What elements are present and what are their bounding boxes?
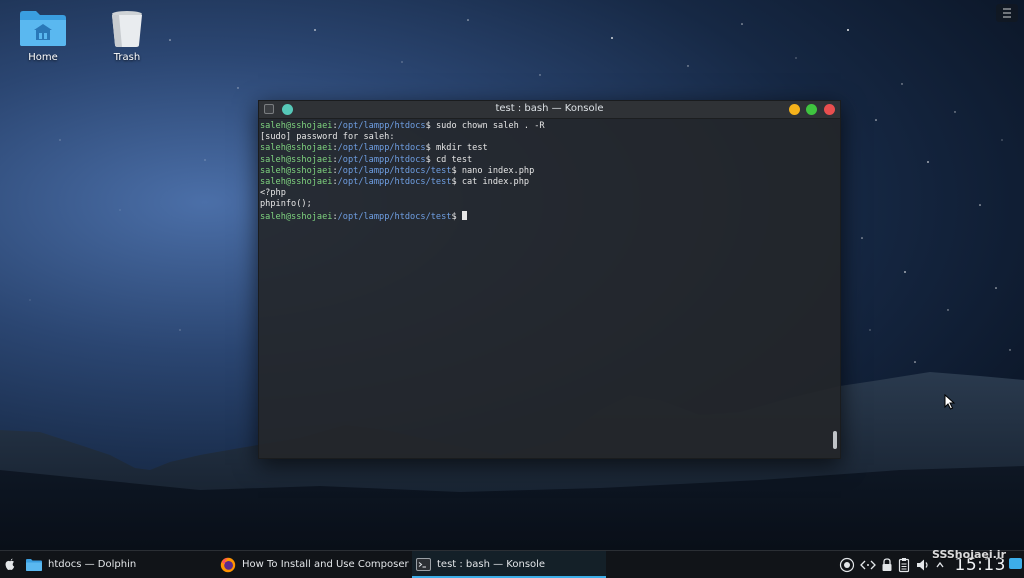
- task-firefox[interactable]: How To Install and Use Composer ...: [216, 551, 410, 578]
- task-label: htdocs — Dolphin: [48, 559, 137, 570]
- volume-icon[interactable]: [915, 557, 931, 573]
- terminal-line: saleh@sshojaei:/opt/lampp/htdocs/test$: [260, 210, 840, 222]
- desktop-toolbox-button[interactable]: [996, 4, 1018, 22]
- terminal-line: <?php: [260, 188, 286, 199]
- terminal-line: saleh@sshojaei:/opt/lampp/htdocs$ sudo c…: [260, 121, 545, 131]
- terminal-line: saleh@sshojaei:/opt/lampp/htdocs/test$ c…: [260, 176, 530, 187]
- network-arrows-icon[interactable]: [860, 557, 876, 573]
- system-tray: 15:13 SSShojaei.ir: [834, 548, 1024, 578]
- update-notifier-icon[interactable]: [839, 557, 855, 573]
- terminal-line: phpinfo();: [260, 199, 312, 210]
- terminal-cursor: [461, 210, 467, 220]
- terminal-output[interactable]: saleh@sshojaei:/opt/lampp/htdocs$ sudo c…: [259, 119, 840, 222]
- trash-icon: [112, 11, 142, 47]
- task-label: test : bash — Konsole: [437, 559, 546, 570]
- window-titlebar[interactable]: test : bash — Konsole: [259, 101, 840, 119]
- dolphin-folder-icon: [26, 559, 42, 571]
- terminal-line: saleh@sshojaei:/opt/lampp/htdocs/test$ n…: [260, 165, 535, 176]
- lock-icon[interactable]: [880, 557, 894, 573]
- task-dolphin[interactable]: htdocs — Dolphin: [22, 551, 212, 578]
- task-label: How To Install and Use Composer ...: [242, 559, 410, 570]
- desktop-icon-home[interactable]: Home: [3, 8, 83, 63]
- clipboard-icon[interactable]: [898, 557, 910, 573]
- desktop: Home Trash test : bash — Konsole saleh@s…: [0, 0, 1024, 578]
- task-konsole[interactable]: test : bash — Konsole: [412, 551, 606, 578]
- folder-home-icon: [20, 11, 66, 46]
- show-desktop-button[interactable]: [1009, 558, 1022, 569]
- watermark-text: SSShojaei.ir: [932, 548, 1006, 561]
- menu-lines-icon: [1003, 8, 1011, 18]
- desktop-icon-trash[interactable]: Trash: [87, 8, 167, 63]
- terminal-scrollbar[interactable]: [833, 431, 837, 449]
- maximize-button[interactable]: [806, 104, 817, 115]
- desktop-icon-trash-label: Trash: [113, 52, 141, 63]
- terminal-line: saleh@sshojaei:/opt/lampp/htdocs$ mkdir …: [260, 143, 488, 154]
- konsole-window[interactable]: test : bash — Konsole saleh@sshojaei:/op…: [258, 100, 841, 459]
- mouse-pointer-icon: [944, 394, 956, 410]
- terminal-line: [sudo] password for saleh:: [260, 132, 395, 143]
- terminal-line: saleh@sshojaei:/opt/lampp/htdocs$ cd tes…: [260, 154, 473, 165]
- firefox-icon: [220, 557, 236, 572]
- minimize-button[interactable]: [789, 104, 800, 115]
- window-title: test : bash — Konsole: [495, 103, 604, 114]
- konsole-icon: [416, 558, 431, 571]
- taskbar-panel: htdocs — Dolphin How To Install and Use …: [0, 548, 1024, 578]
- desktop-icon-home-label: Home: [28, 52, 58, 63]
- close-button[interactable]: [824, 104, 835, 115]
- application-launcher-icon[interactable]: [4, 557, 16, 571]
